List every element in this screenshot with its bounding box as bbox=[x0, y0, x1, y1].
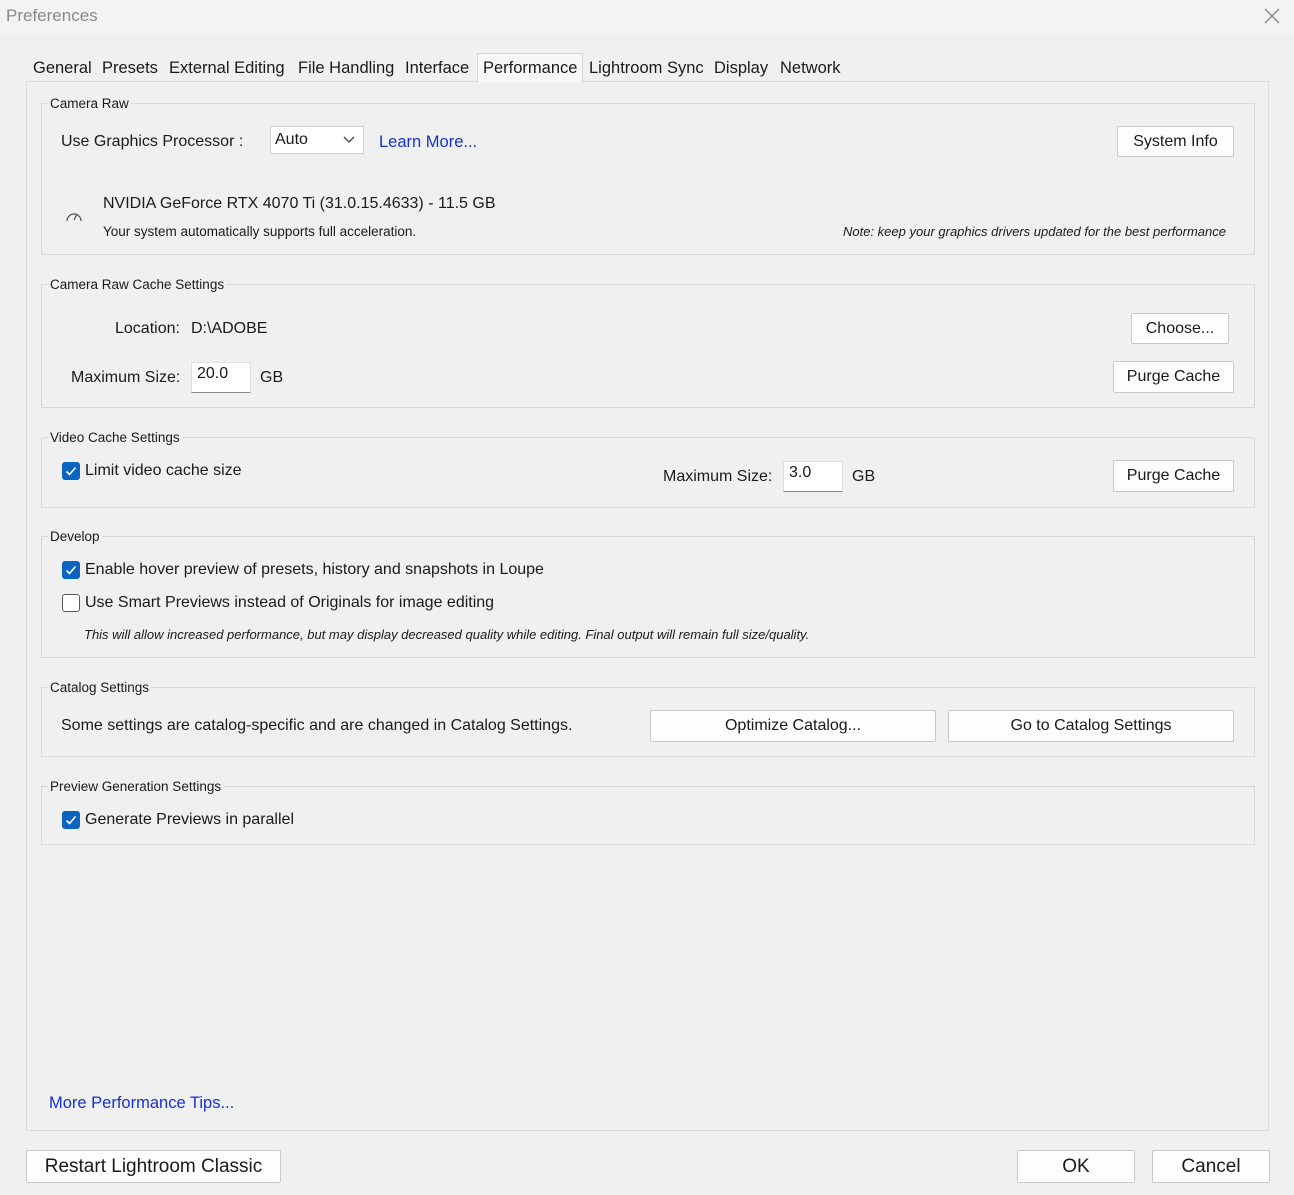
tab-file-handling[interactable]: File Handling bbox=[293, 55, 399, 81]
ok-button[interactable]: OK bbox=[1017, 1150, 1135, 1183]
driver-note: Note: keep your graphics drivers updated… bbox=[843, 224, 1226, 239]
performance-tips-link[interactable]: More Performance Tips... bbox=[49, 1094, 234, 1113]
cache-purge-button[interactable]: Purge Cache bbox=[1113, 361, 1234, 393]
tab-general[interactable]: General bbox=[28, 55, 97, 81]
preview-group-label: Preview Generation Settings bbox=[48, 779, 224, 794]
tab-presets[interactable]: Presets bbox=[97, 55, 163, 81]
cache-group-label: Camera Raw Cache Settings bbox=[48, 277, 227, 292]
cache-unit: GB bbox=[260, 369, 284, 386]
restart-button[interactable]: Restart Lightroom Classic bbox=[26, 1150, 281, 1183]
parallel-previews-label: Generate Previews in parallel bbox=[85, 811, 294, 828]
tab-performance[interactable]: Performance bbox=[477, 53, 584, 83]
title-bar bbox=[0, 0, 1294, 34]
checkmark-icon bbox=[65, 466, 77, 476]
limit-video-cache-label: Limit video cache size bbox=[85, 462, 242, 479]
location-value: D:\ADOBE bbox=[191, 320, 268, 337]
cache-max-size-label: Maximum Size: bbox=[71, 369, 181, 386]
cache-max-size-input[interactable]: 20.0 bbox=[191, 362, 251, 393]
parallel-previews-checkbox[interactable] bbox=[62, 811, 80, 829]
gpu-status: Your system automatically supports full … bbox=[103, 224, 417, 239]
limit-video-cache-checkbox[interactable] bbox=[62, 462, 80, 480]
location-label: Location: bbox=[115, 320, 180, 337]
smart-previews-note: This will allow increased performance, b… bbox=[84, 627, 810, 642]
tab-external-editing[interactable]: External Editing bbox=[164, 55, 290, 81]
video-max-size-label: Maximum Size: bbox=[663, 468, 773, 485]
tab-lightroom-sync[interactable]: Lightroom Sync bbox=[584, 55, 709, 81]
video-cache-group-label: Video Cache Settings bbox=[48, 430, 182, 445]
checkmark-icon bbox=[65, 565, 77, 575]
gpu-select-value: Auto bbox=[275, 131, 308, 148]
tab-display[interactable]: Display bbox=[709, 55, 773, 81]
video-max-size-input[interactable]: 3.0 bbox=[783, 461, 843, 492]
gpu-label: Use Graphics Processor : bbox=[61, 133, 244, 150]
catalog-group-label: Catalog Settings bbox=[48, 680, 152, 695]
video-purge-button[interactable]: Purge Cache bbox=[1113, 460, 1234, 492]
checkmark-icon bbox=[65, 815, 77, 825]
close-icon[interactable] bbox=[1258, 2, 1286, 30]
hover-preview-label: Enable hover preview of presets, history… bbox=[85, 561, 544, 578]
gpu-select[interactable]: Auto bbox=[270, 126, 364, 154]
cancel-button[interactable]: Cancel bbox=[1152, 1150, 1270, 1183]
choose-button[interactable]: Choose... bbox=[1131, 313, 1229, 344]
smart-previews-checkbox[interactable] bbox=[62, 594, 80, 612]
camera-raw-group-label: Camera Raw bbox=[48, 96, 131, 111]
smart-previews-label: Use Smart Previews instead of Originals … bbox=[85, 594, 495, 611]
develop-group-label: Develop bbox=[48, 529, 102, 544]
tab-network[interactable]: Network bbox=[775, 55, 846, 81]
optimize-catalog-button[interactable]: Optimize Catalog... bbox=[650, 710, 936, 742]
catalog-text: Some settings are catalog-specific and a… bbox=[61, 717, 573, 734]
tab-interface[interactable]: Interface bbox=[400, 55, 474, 81]
speedometer-icon bbox=[65, 208, 83, 229]
video-unit: GB bbox=[852, 468, 876, 485]
go-to-catalog-settings-button[interactable]: Go to Catalog Settings bbox=[948, 710, 1234, 742]
chevron-down-icon bbox=[343, 136, 355, 143]
hover-preview-checkbox[interactable] bbox=[62, 561, 80, 579]
gpu-name: NVIDIA GeForce RTX 4070 Ti (31.0.15.4633… bbox=[103, 195, 496, 212]
learn-more-link[interactable]: Learn More... bbox=[379, 133, 477, 152]
window-title: Preferences bbox=[6, 6, 98, 25]
system-info-button[interactable]: System Info bbox=[1117, 126, 1234, 157]
